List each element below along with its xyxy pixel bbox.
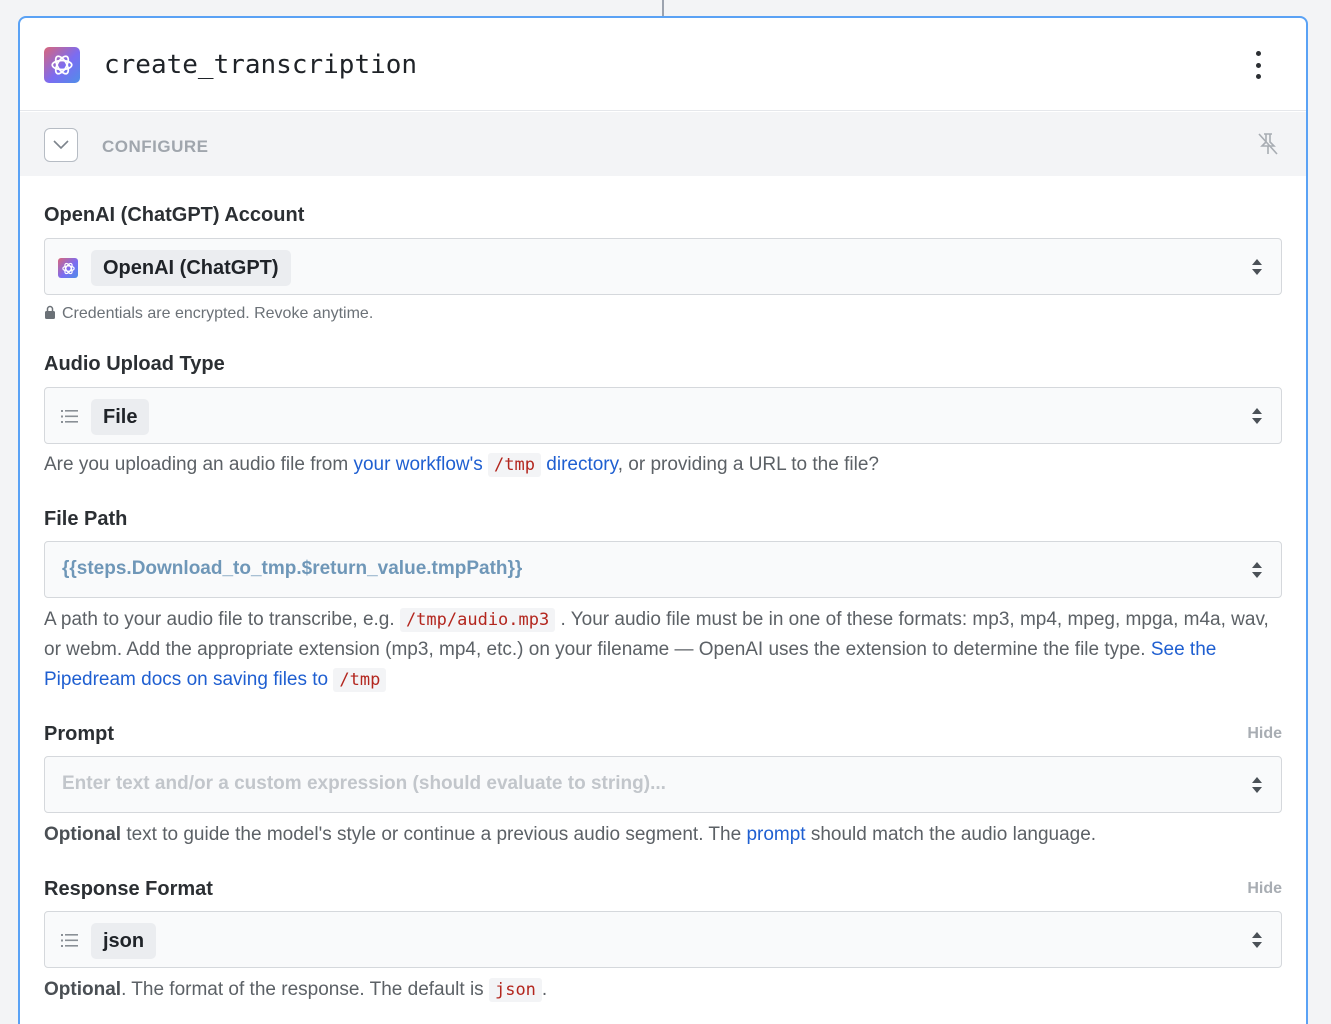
select-arrows-icon [1252,932,1262,948]
response-format-desc-text: . The format of the response. The defaul… [121,979,489,1000]
upload-type-description: Are you uploading an audio file from you… [44,450,1289,480]
account-chip: OpenAI (ChatGPT) [91,250,291,286]
account-field-label: OpenAI (ChatGPT) Account [44,204,305,226]
audio-path-code: /tmp/audio.mp3 [399,608,556,632]
response-format-chip: json [91,923,157,959]
kebab-menu-icon[interactable] [1248,51,1268,79]
list-icon [61,934,78,947]
select-arrows-icon [1252,408,1262,424]
credentials-note: Credentials are encrypted. Revoke anytim… [44,305,373,323]
upload-type-select[interactable]: File [44,387,1282,444]
prompt-placeholder: Enter text and/or a custom expression (s… [62,773,666,794]
upload-type-chip: File [91,399,150,435]
step-title: create_transcription [104,50,418,80]
prompt-input[interactable]: Enter text and/or a custom expression (s… [44,756,1282,813]
response-format-field-label: Response Format [44,878,213,900]
file-path-input[interactable]: {{steps.Download_to_tmp.$return_value.tm… [44,541,1282,598]
chevron-down-icon [53,140,69,150]
upload-type-desc-text: Are you uploading an audio file from [44,454,354,475]
workflow-tmp-link[interactable]: your workflow's [353,454,482,475]
openai-logo-icon [44,47,80,83]
upload-type-field-label: Audio Upload Type [44,353,225,375]
tmp-code: /tmp [488,453,541,477]
json-code: json [488,978,542,1002]
unpin-icon[interactable] [1256,131,1280,157]
prompt-desc-text-2: should match the audio language. [805,824,1097,845]
optional-label: Optional [44,979,122,1000]
prompt-desc-text: text to guide the model's style or conti… [121,824,747,845]
step-header: create_transcription [20,18,1306,111]
collapse-configure-button[interactable] [44,128,78,162]
prompt-hide-link[interactable]: Hide [1247,725,1282,743]
prompt-field-label: Prompt [44,723,114,745]
file-path-description: A path to your audio file to transcribe,… [44,605,1289,695]
directory-link[interactable]: directory [546,454,617,475]
file-path-desc-text: A path to your audio file to transcribe,… [44,609,400,630]
response-format-desc-text-2: . [541,979,548,1000]
response-format-description: Optional. The format of the response. Th… [44,975,1289,1005]
prompt-link[interactable]: prompt [746,824,805,845]
select-arrows-icon [1252,562,1262,578]
lock-icon [45,305,55,319]
step-card: create_transcription CONFIGURE OpenAI (C… [18,16,1308,1024]
file-path-field-label: File Path [44,508,128,530]
select-arrows-icon [1252,777,1262,793]
select-arrows-icon [1252,259,1262,275]
optional-label: Optional [44,824,122,845]
openai-logo-icon [58,258,78,278]
tmp-code: /tmp [333,668,387,692]
account-select[interactable]: OpenAI (ChatGPT) [44,238,1282,295]
credentials-note-text: Credentials are encrypted. Revoke anytim… [62,305,374,322]
prompt-description: Optional text to guide the model's style… [44,820,1289,850]
response-format-select[interactable]: json [44,911,1282,968]
response-format-hide-link[interactable]: Hide [1247,880,1282,898]
upload-type-desc-text-2: , or providing a URL to the file? [617,454,879,475]
file-path-expression: {{steps.Download_to_tmp.$return_value.tm… [62,558,523,579]
workflow-connector-line [662,0,664,17]
configure-section-header: CONFIGURE [20,112,1306,176]
list-icon [61,410,78,423]
configure-label: CONFIGURE [102,137,209,156]
